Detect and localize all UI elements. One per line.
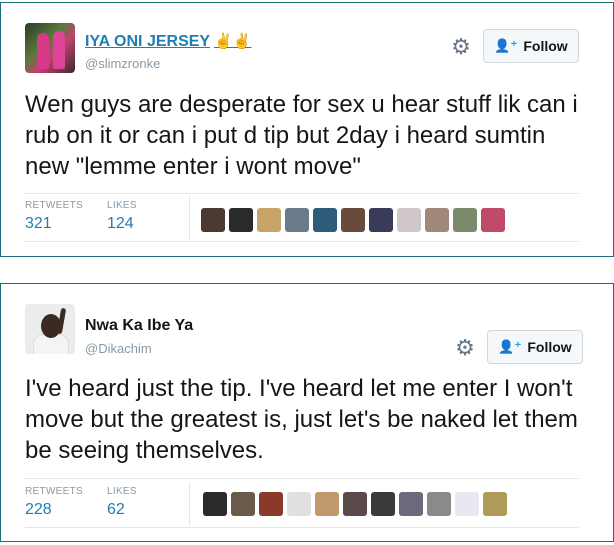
liker-avatar[interactable]	[371, 492, 395, 516]
liker-avatar[interactable]	[425, 208, 449, 232]
user-handle[interactable]: @slimzronke	[85, 56, 160, 71]
add-user-icon: 👤⁺	[494, 38, 518, 53]
tweet-header: Nwa Ka Ibe Ya @Dikachim ⚙ 👤⁺ Follow	[25, 304, 589, 364]
avatar[interactable]	[25, 304, 75, 354]
retweets-count: 321	[25, 215, 52, 232]
liker-avatar[interactable]	[343, 492, 367, 516]
add-user-icon: 👤⁺	[498, 339, 522, 354]
divider	[25, 241, 579, 242]
avatar-figure	[53, 31, 65, 69]
gear-icon[interactable]: ⚙	[450, 36, 472, 58]
tweet-card: Nwa Ka Ibe Ya @Dikachim ⚙ 👤⁺ Follow I've…	[0, 283, 614, 542]
liker-avatar[interactable]	[285, 208, 309, 232]
user-name[interactable]: IYA ONI JERSEY ✌✌	[85, 32, 251, 51]
retweets-count: 228	[25, 501, 52, 518]
liker-avatar[interactable]	[481, 208, 505, 232]
liker-avatar[interactable]	[313, 208, 337, 232]
liker-avatars	[201, 208, 505, 232]
liker-avatar[interactable]	[259, 492, 283, 516]
divider	[25, 193, 579, 194]
liker-avatar[interactable]	[203, 492, 227, 516]
follow-label: Follow	[527, 339, 572, 355]
retweets-label: RETWEETS	[25, 486, 83, 497]
liker-avatar[interactable]	[427, 492, 451, 516]
liker-avatar[interactable]	[453, 208, 477, 232]
tweet-header: IYA ONI JERSEY ✌✌ @slimzronke ⚙ 👤⁺ Follow	[25, 23, 589, 77]
retweet-stat[interactable]: RETWEETS 228	[25, 486, 83, 519]
liker-avatars	[203, 492, 507, 516]
tweet-text: Wen guys are desperate for sex u hear st…	[25, 91, 578, 180]
liker-avatar[interactable]	[483, 492, 507, 516]
avatar[interactable]	[25, 23, 75, 73]
victory-emoji: ✌✌	[214, 33, 252, 50]
divider	[25, 478, 579, 479]
likes-count: 62	[107, 501, 125, 518]
liker-avatar[interactable]	[229, 208, 253, 232]
liker-avatar[interactable]	[201, 208, 225, 232]
retweets-label: RETWEETS	[25, 200, 83, 211]
liker-avatar[interactable]	[455, 492, 479, 516]
liker-avatar[interactable]	[397, 208, 421, 232]
liker-avatar[interactable]	[231, 492, 255, 516]
tweet-card: IYA ONI JERSEY ✌✌ @slimzronke ⚙ 👤⁺ Follow…	[0, 2, 614, 257]
gear-icon[interactable]: ⚙	[454, 337, 476, 359]
user-handle[interactable]: @Dikachim	[85, 341, 152, 356]
avatar-figure	[37, 33, 49, 69]
user-name[interactable]: Nwa Ka Ibe Ya	[85, 317, 193, 335]
follow-button[interactable]: 👤⁺ Follow	[483, 29, 579, 63]
liker-avatar[interactable]	[341, 208, 365, 232]
liker-avatar[interactable]	[287, 492, 311, 516]
likes-label: LIKES	[107, 200, 137, 211]
follow-button[interactable]: 👤⁺ Follow	[487, 330, 583, 364]
liker-avatar[interactable]	[315, 492, 339, 516]
liker-avatar[interactable]	[369, 208, 393, 232]
divider	[25, 527, 579, 528]
user-name-text[interactable]: IYA ONI JERSEY	[85, 33, 210, 50]
tweet-text: I've heard just the tip. I've heard let …	[25, 375, 578, 464]
likes-count: 124	[107, 215, 134, 232]
follow-label: Follow	[523, 38, 568, 54]
likes-stat[interactable]: LIKES 62	[107, 486, 137, 519]
likes-stat[interactable]: LIKES 124	[107, 200, 137, 233]
liker-avatar[interactable]	[399, 492, 423, 516]
retweet-stat[interactable]: RETWEETS 321	[25, 200, 83, 233]
divider	[189, 196, 190, 240]
likes-label: LIKES	[107, 486, 137, 497]
liker-avatar[interactable]	[257, 208, 281, 232]
avatar-figure	[56, 307, 67, 335]
divider	[189, 482, 190, 526]
